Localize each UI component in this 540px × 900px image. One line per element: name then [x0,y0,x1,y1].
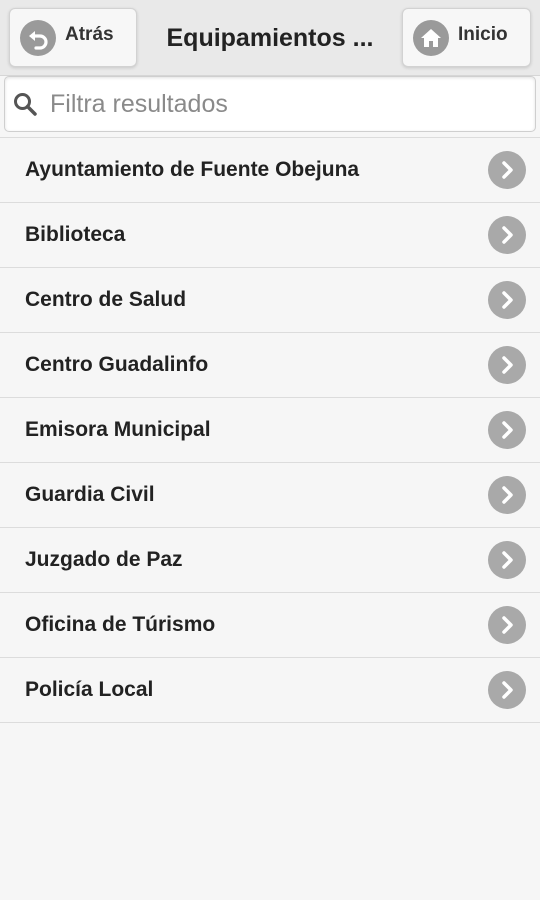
header-bar: Atrás Equipamientos ... Inicio [0,0,540,76]
list-item[interactable]: Oficina de Túrismo [0,593,540,658]
list-item-label: Oficina de Túrismo [25,613,216,636]
list-item[interactable]: Guardia Civil [0,463,540,528]
chevron-right-icon [488,606,526,644]
chevron-right-icon [488,151,526,189]
search-bar [4,76,536,132]
list-item-label: Emisora Municipal [25,418,211,441]
list-item-label: Guardia Civil [25,483,155,506]
results-list: Ayuntamiento de Fuente Obejuna Bibliotec… [0,137,540,723]
list-item-label: Policía Local [25,678,154,701]
back-arrow-icon [20,19,56,56]
page-title: Equipamientos ... [166,24,374,52]
chevron-right-icon [488,541,526,579]
list-item[interactable]: Biblioteca [0,203,540,268]
list-item-label: Centro Guadalinfo [25,353,209,376]
list-item[interactable]: Juzgado de Paz [0,528,540,593]
search-icon [14,93,37,116]
chevron-right-icon [488,476,526,514]
back-button-label: Atrás [65,23,114,45]
search-input[interactable] [48,88,522,120]
list-item[interactable]: Ayuntamiento de Fuente Obejuna [0,138,540,203]
home-icon [413,19,449,56]
chevron-right-icon [488,671,526,709]
list-item-label: Ayuntamiento de Fuente Obejuna [25,158,360,181]
list-item[interactable]: Emisora Municipal [0,398,540,463]
chevron-right-icon [488,411,526,449]
list-item[interactable]: Centro Guadalinfo [0,333,540,398]
app-screen: Atrás Equipamientos ... Inicio Ayuntamie… [0,0,540,900]
list-item[interactable]: Policía Local [0,658,540,723]
list-item-label: Centro de Salud [25,288,187,311]
home-button-label: Inicio [458,23,508,45]
list-item-label: Juzgado de Paz [25,548,183,571]
home-button[interactable]: Inicio [402,8,531,67]
list-item[interactable]: Centro de Salud [0,268,540,333]
chevron-right-icon [488,346,526,384]
back-button[interactable]: Atrás [9,8,137,67]
chevron-right-icon [488,281,526,319]
chevron-right-icon [488,216,526,254]
list-item-label: Biblioteca [25,223,126,246]
